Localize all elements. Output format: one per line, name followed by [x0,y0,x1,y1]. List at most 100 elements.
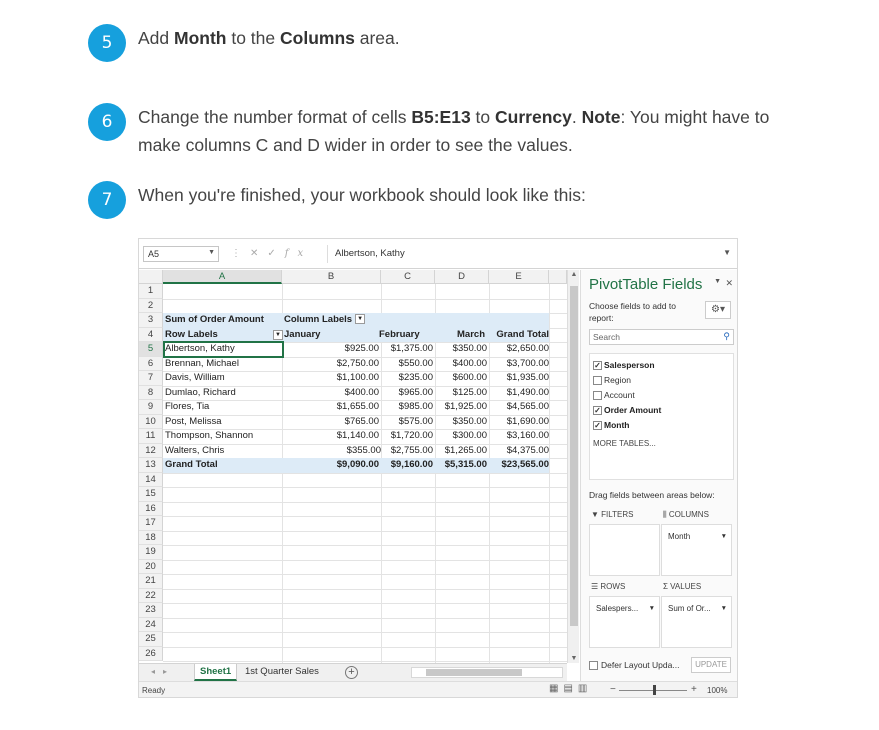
value-cell[interactable]: $1,375.00 [375,342,435,357]
grand-total-label[interactable]: Grand Total [163,458,282,473]
row-header-22[interactable]: 22 [139,588,163,603]
row-header-17[interactable]: 17 [139,516,163,531]
row-label[interactable]: Brennan, Michael [163,357,282,372]
value-cell[interactable]: $575.00 [375,415,435,430]
row-header-25[interactable]: 25 [139,632,163,647]
row-header-11[interactable]: 11 [139,429,163,444]
vertical-scrollbar[interactable]: ▲ ▼ [567,270,579,663]
scroll-down-icon[interactable]: ▼ [568,655,580,662]
value-cell[interactable]: $350.00 [429,415,489,430]
row-header-19[interactable]: 19 [139,545,163,560]
row-header-20[interactable]: 20 [139,559,163,574]
row-header-10[interactable]: 10 [139,414,163,429]
row-header-4[interactable]: 4 [139,327,163,342]
row-header-15[interactable]: 15 [139,487,163,502]
columns-drop-area[interactable]: Month ▼ [661,524,732,576]
tab-1st-quarter-sales[interactable]: 1st Quarter Sales [240,664,324,681]
row-header-2[interactable]: 2 [139,298,163,313]
scroll-thumb[interactable] [426,669,522,676]
value-cell[interactable]: $1,265.00 [429,444,489,459]
value-cell[interactable]: $300.00 [429,429,489,444]
row-header-18[interactable]: 18 [139,530,163,545]
grand-total-cell[interactable]: $9,160.00 [375,458,435,473]
field-region[interactable]: Region [593,375,631,386]
value-cell[interactable]: $1,490.00 [481,386,551,401]
zoom-slider-thumb[interactable] [653,685,656,695]
add-sheet-button[interactable]: + [345,666,358,679]
value-cell[interactable]: $1,655.00 [282,400,381,415]
tab-sheet1[interactable]: Sheet1 [194,664,238,681]
rows-field-salesperson[interactable]: Salespers... ▼ [592,601,658,617]
value-cell[interactable]: $350.00 [429,342,489,357]
row-label[interactable]: Post, Melissa [163,415,282,430]
close-icon[interactable]: ✕ [725,278,733,289]
value-cell[interactable]: $1,720.00 [375,429,435,444]
chevron-down-icon[interactable]: ▼ [723,248,731,257]
value-cell[interactable]: $400.00 [429,357,489,372]
values-field-sum[interactable]: Sum of Or... ▼ [664,601,730,617]
column-header-a[interactable]: A [163,270,282,284]
row-label[interactable]: Flores, Tia [163,400,282,415]
row-header-24[interactable]: 24 [139,617,163,632]
value-cell[interactable]: $765.00 [282,415,381,430]
grand-total-header[interactable]: Grand Total [481,328,551,343]
field-search-input[interactable]: Search ⚲ [589,329,734,345]
row-header-16[interactable]: 16 [139,501,163,516]
filters-drop-area[interactable] [589,524,660,576]
value-cell[interactable]: $600.00 [429,371,489,386]
chevron-down-icon[interactable]: ▼ [649,601,655,617]
select-all-corner[interactable] [139,270,163,284]
row-header-3[interactable]: 3 [139,313,163,328]
value-cell[interactable]: $2,650.00 [481,342,551,357]
formula-input[interactable]: Albertson, Kathy [335,248,405,259]
values-drop-area[interactable]: Sum of Or... ▼ [661,596,732,648]
value-cell[interactable]: $2,750.00 [282,357,381,372]
row-header-8[interactable]: 8 [139,385,163,400]
checkbox[interactable] [593,376,602,386]
value-cell[interactable]: $400.00 [282,386,381,401]
checkbox[interactable]: ✓ [593,361,602,371]
scroll-up-icon[interactable]: ▲ [568,271,580,278]
row-label[interactable]: Dumlao, Richard [163,386,282,401]
pivot-row-labels[interactable]: Row Labels ▼ [163,328,285,343]
grand-total-cell[interactable]: $23,565.00 [481,458,551,473]
row-header-5[interactable]: 5 [139,342,163,357]
value-cell[interactable]: $1,100.00 [282,371,381,386]
scroll-thumb[interactable] [570,286,578,626]
checkbox[interactable]: ✓ [593,421,602,431]
value-cell[interactable]: $1,925.00 [429,400,489,415]
rows-drop-area[interactable]: Salespers... ▼ [589,596,660,648]
pivot-column-labels[interactable]: Column Labels ▼ [282,313,381,328]
row-header-26[interactable]: 26 [139,646,163,661]
worksheet-grid[interactable]: A B C D E 1 2 3 4 5 6 7 8 9 10 11 12 13 14 15 16 17 18 19 20 21 22… [139,270,567,663]
column-header-d[interactable]: D [435,270,489,284]
row-header-9[interactable]: 9 [139,400,163,415]
row-header-6[interactable]: 6 [139,356,163,371]
value-cell[interactable]: $1,140.00 [282,429,381,444]
field-month[interactable]: ✓ Month [593,420,630,431]
zoom-in-icon[interactable]: + [691,684,697,695]
sheet-nav-icons[interactable]: ◂▸ [151,667,175,676]
value-cell[interactable]: $4,565.00 [481,400,551,415]
row-header-12[interactable]: 12 [139,443,163,458]
search-icon[interactable]: ⚲ [723,331,730,342]
row-header-7[interactable]: 7 [139,371,163,386]
value-cell[interactable]: $985.00 [375,400,435,415]
filter-dropdown-icon[interactable]: ▼ [355,314,366,325]
value-cell[interactable]: $235.00 [375,371,435,386]
name-box[interactable]: A5 ▼ [143,246,219,262]
row-label[interactable]: Thompson, Shannon [163,429,282,444]
chevron-down-icon[interactable]: ▼ [721,601,727,617]
month-header[interactable]: January [282,328,381,343]
column-header-blank[interactable] [549,270,567,284]
column-header-c[interactable]: C [381,270,435,284]
value-cell[interactable]: $355.00 [289,444,383,459]
value-cell[interactable]: $965.00 [375,386,435,401]
value-cell[interactable]: $4,375.00 [481,444,551,459]
column-header-b[interactable]: B [282,270,381,284]
month-header[interactable]: March [429,328,487,343]
row-header-23[interactable]: 23 [139,603,163,618]
more-tables-link[interactable]: MORE TABLES... [593,439,656,448]
row-header-13[interactable]: 13 [139,458,163,473]
value-cell[interactable]: $3,160.00 [481,429,551,444]
